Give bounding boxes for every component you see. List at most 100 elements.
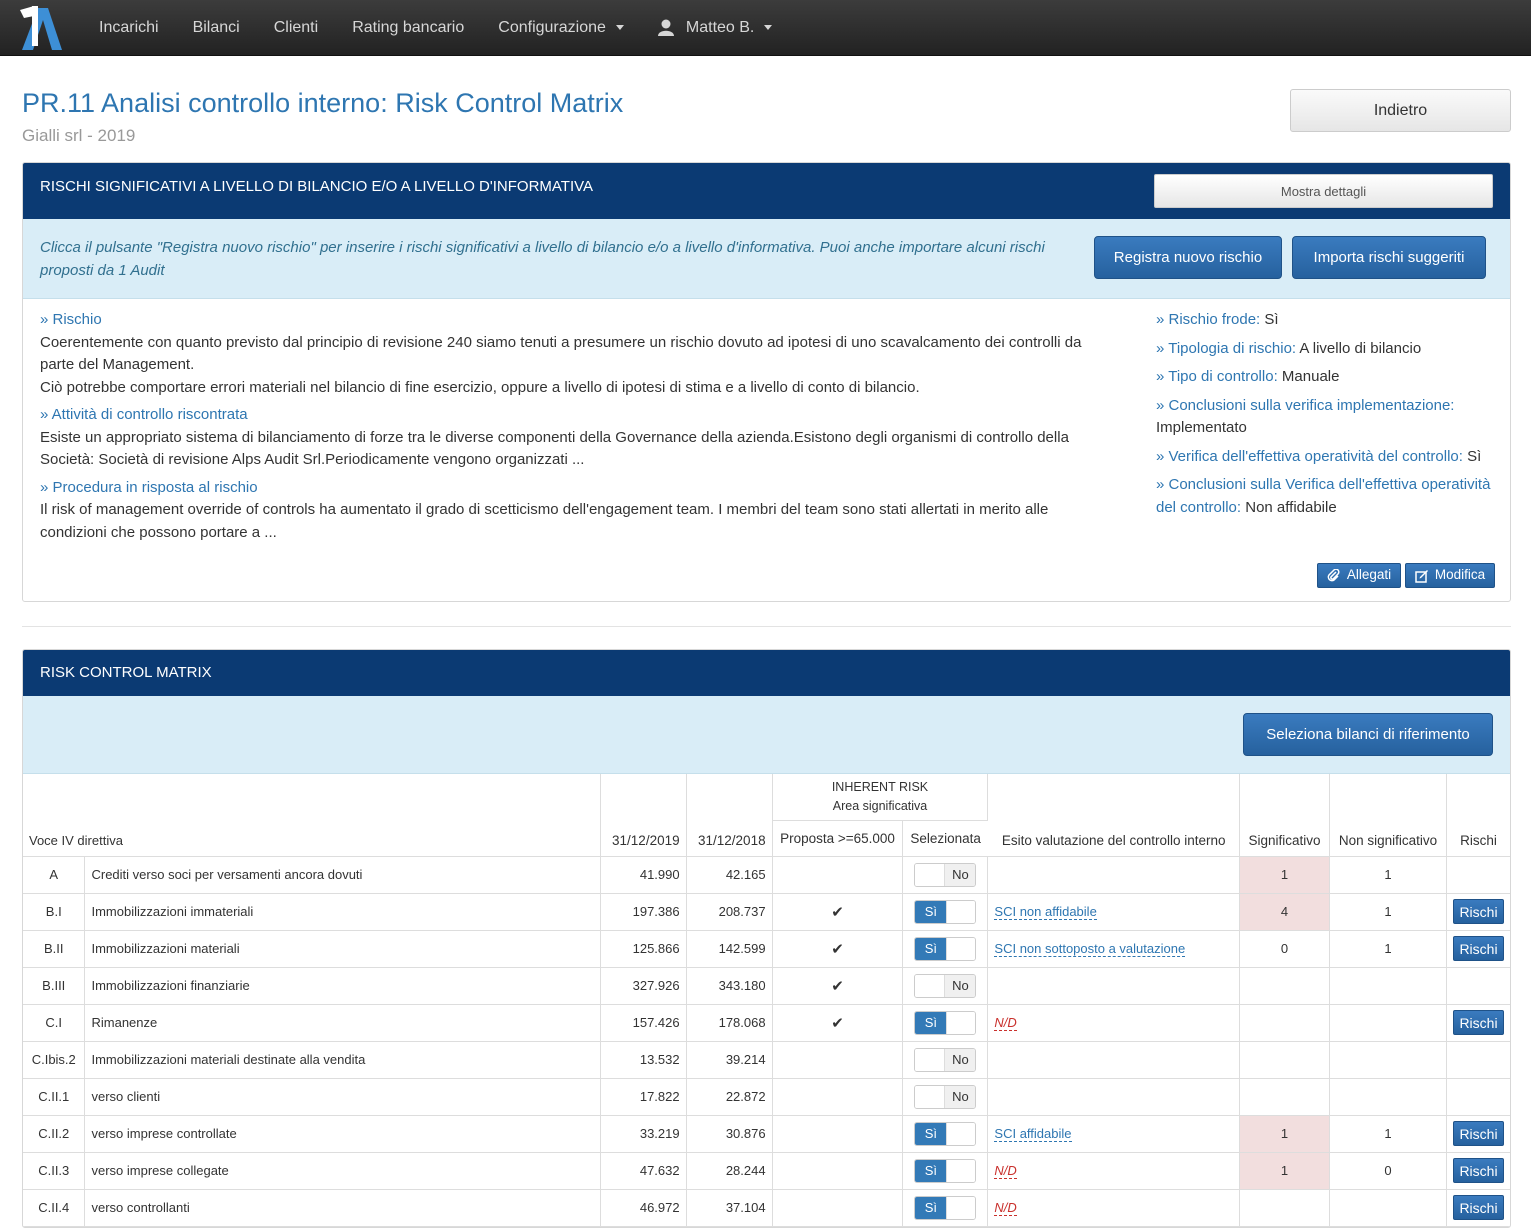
cell-2018: 42.165 (686, 856, 773, 894)
selection-toggle[interactable]: Sì (914, 899, 977, 924)
attr-label: » Conclusioni sulla verifica implementaz… (1156, 396, 1455, 414)
cell-non-significativo (1329, 1041, 1447, 1079)
app-logo[interactable] (18, 4, 64, 52)
caret-down-icon (764, 25, 773, 30)
toggle-knob (915, 1048, 946, 1071)
esito-nd-link[interactable]: N/D (994, 1200, 1017, 1216)
col-header-2019: 31/12/2019 (600, 774, 687, 857)
rischi-button[interactable]: Rischi (1453, 1121, 1504, 1146)
table-row: B.I Immobilizzazioni immateriali 197.386 20… (23, 893, 1510, 931)
cell-code: B.II (23, 930, 86, 968)
rischi-button[interactable]: Rischi (1453, 899, 1504, 924)
cell-rischi (1446, 1041, 1510, 1079)
rischi-button[interactable]: Rischi (1453, 936, 1504, 961)
cell-rischi (1446, 967, 1510, 1005)
col-header-2018: 31/12/2018 (686, 774, 773, 857)
page-subtitle: Gialli srl - 2019 (22, 126, 136, 145)
col-header-significativo: Significativo (1239, 774, 1331, 857)
selection-toggle[interactable]: Sì (914, 1121, 977, 1146)
cell-code: B.I (23, 893, 86, 931)
col-header-inherent-risk: INHERENT RISK Area significativa (772, 774, 989, 821)
toggle-knob (915, 1085, 946, 1108)
register-new-risk-button[interactable]: Registra nuovo rischio (1094, 236, 1282, 279)
panel-title: RISCHI SIGNIFICATIVI A LIVELLO DI BILANC… (40, 178, 594, 195)
attachments-button[interactable]: Allegati (1317, 563, 1401, 588)
cell-selezionata: Sì (902, 1004, 989, 1042)
risk-detail: » Rischio Coerentemente con quanto previ… (23, 299, 1510, 601)
cell-description: Immobilizzazioni immateriali (84, 893, 601, 931)
selection-toggle[interactable]: No (914, 973, 977, 998)
attr-value: A livello di bilancio (1299, 339, 1422, 357)
selection-toggle[interactable]: Sì (914, 1158, 977, 1183)
cell-2019: 197.386 (600, 893, 687, 931)
toggle-knob (946, 900, 976, 923)
nav-rating-bancario[interactable]: Rating bancario (335, 0, 481, 56)
nav-incarichi[interactable]: Incarichi (82, 0, 176, 56)
edit-button[interactable]: Modifica (1405, 563, 1495, 588)
toggle-knob (946, 1011, 976, 1034)
cell-non-significativo (1329, 1004, 1447, 1042)
esito-nd-link[interactable]: N/D (994, 1163, 1017, 1179)
toggle-label: Sì (915, 1196, 947, 1219)
esito-link[interactable]: SCI non sottoposto a valutazione (994, 941, 1186, 957)
esito-nd-link[interactable]: N/D (994, 1015, 1017, 1031)
import-suggested-risks-button[interactable]: Importa rischi suggeriti (1292, 236, 1486, 279)
cell-2019: 157.426 (600, 1004, 687, 1042)
cell-rischi: Rischi (1446, 1152, 1510, 1190)
table-row: C.II.4 verso controllanti 46.972 37.104 Sì N/… (23, 1189, 1510, 1227)
nav-configurazione[interactable]: Configurazione (481, 0, 641, 56)
attivita-label[interactable]: » Attività di controllo riscontrata (40, 404, 1115, 427)
toggle-label: Sì (915, 1011, 947, 1034)
user-icon (657, 19, 674, 36)
nav-user-menu[interactable]: Matteo B. (641, 0, 789, 56)
cell-selezionata: No (902, 1078, 989, 1116)
rischi-button[interactable]: Rischi (1453, 1195, 1504, 1220)
table-row: C.I Rimanenze 157.426 178.068 ✔ Sì N/D Rischi (23, 1004, 1510, 1042)
col-header-proposta: Proposta >=65.000 (772, 820, 904, 857)
col-header-non-significativo: Non significativo (1329, 774, 1447, 857)
cell-2019: 125.866 (600, 930, 687, 968)
cell-esito (987, 856, 1241, 894)
cell-selezionata: Sì (902, 1152, 989, 1190)
cell-description: verso clienti (84, 1078, 601, 1116)
cell-non-significativo: 1 (1329, 1115, 1447, 1153)
cell-non-significativo (1329, 1189, 1447, 1227)
selection-toggle[interactable]: No (914, 1084, 977, 1109)
table-row: B.III Immobilizzazioni finanziarie 327.926… (23, 967, 1510, 1005)
back-button[interactable]: Indietro (1290, 89, 1511, 132)
rischi-button[interactable]: Rischi (1453, 1158, 1504, 1183)
rischio-label[interactable]: » Rischio (40, 309, 1115, 332)
cell-description: Immobilizzazioni materiali (84, 930, 601, 968)
nav-clienti[interactable]: Clienti (257, 0, 335, 56)
rischi-button[interactable]: Rischi (1453, 1010, 1504, 1035)
risk-description: » Rischio Coerentemente con quanto previ… (40, 309, 1115, 549)
selection-toggle[interactable]: No (914, 862, 977, 887)
cell-2019: 13.532 (600, 1041, 687, 1079)
procedura-label[interactable]: » Procedura in risposta al rischio (40, 477, 1115, 500)
cell-description: Immobilizzazioni materiali destinate all… (84, 1041, 601, 1079)
cell-selezionata: Sì (902, 1189, 989, 1227)
esito-link[interactable]: SCI affidabile (994, 1126, 1072, 1142)
cell-selezionata: No (902, 1041, 989, 1079)
cell-proposta (772, 1115, 904, 1153)
caret-down-icon (615, 25, 624, 30)
cell-proposta (772, 1041, 904, 1079)
cell-selezionata: No (902, 856, 989, 894)
show-details-button[interactable]: Mostra dettagli (1154, 174, 1493, 208)
cell-esito (987, 967, 1241, 1005)
select-reference-balances-button[interactable]: Seleziona bilanci di riferimento (1243, 713, 1493, 756)
attachments-label: Allegati (1346, 567, 1392, 583)
attr-value: Non affidabile (1245, 498, 1337, 516)
nav-bilanci[interactable]: Bilanci (176, 0, 257, 56)
col-header-selezionata: Selezionata (902, 820, 988, 857)
cell-non-significativo: 1 (1329, 930, 1447, 968)
paperclip-icon (1327, 568, 1340, 581)
selection-toggle[interactable]: Sì (914, 1195, 977, 1220)
esito-link[interactable]: SCI non affidabile (994, 904, 1097, 920)
panel-heading: RISK CONTROL MATRIX (23, 650, 1510, 696)
selection-toggle[interactable]: No (914, 1047, 977, 1072)
toggle-knob (946, 1122, 976, 1145)
selection-toggle[interactable]: Sì (914, 936, 977, 961)
attr-value: Implementato (1156, 419, 1247, 436)
selection-toggle[interactable]: Sì (914, 1010, 977, 1035)
